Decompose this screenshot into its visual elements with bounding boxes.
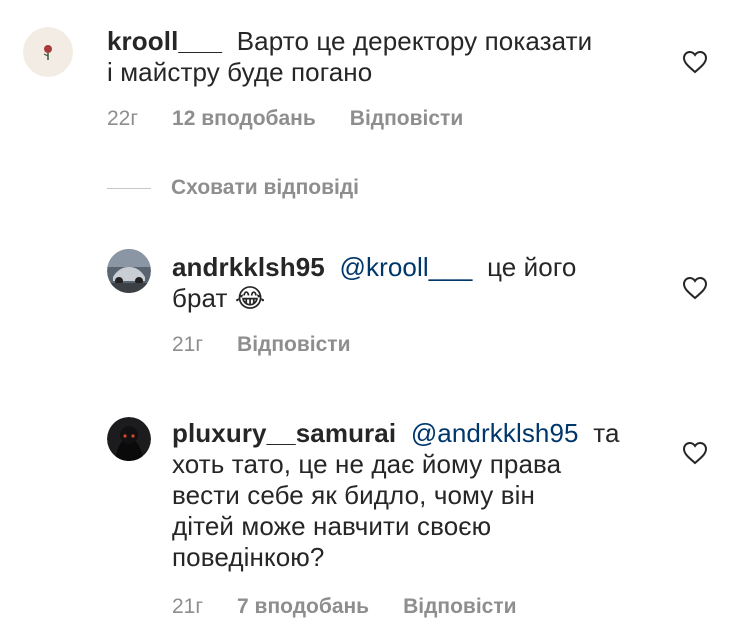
reply-button[interactable]: Відповісти (350, 107, 463, 131)
comment-meta: 21г 7 вподобань Відповісти (172, 595, 517, 619)
username[interactable]: andrkklsh95 (172, 252, 325, 282)
timestamp: 21г (172, 333, 204, 356)
timestamp: 21г (172, 595, 204, 618)
mention-link[interactable]: @andrkklsh95 (411, 418, 579, 448)
comment-body-line2: хоть тато, це не дає йому права (172, 449, 562, 479)
reply-button[interactable]: Відповісти (403, 595, 516, 619)
comment-meta: 21г Відповісти (172, 333, 351, 357)
avatar[interactable] (107, 249, 151, 293)
comment-body: це його (487, 252, 577, 282)
timestamp: 22г (107, 107, 139, 130)
comment-body-line3: вести себе як бидло, чому він (172, 480, 535, 510)
mention-link[interactable]: @krooll___ (340, 252, 473, 282)
comment-text: krooll___ Варто це деректору показати і … (107, 26, 592, 88)
comment-body-line2: і майстру буде погано (107, 57, 373, 87)
hide-replies-label: Сховати відповіді (171, 176, 359, 199)
avatar[interactable] (23, 27, 73, 77)
avatar[interactable] (107, 417, 151, 461)
comment-text: pluxury__samurai @andrkklsh95 та хоть та… (172, 418, 620, 573)
likes-count[interactable]: 7 вподобань (237, 595, 369, 619)
heart-icon[interactable] (682, 50, 708, 74)
username[interactable]: pluxury__samurai (172, 418, 396, 448)
comment-meta: 22г 12 вподобань Відповісти (107, 107, 463, 131)
heart-icon[interactable] (682, 276, 708, 300)
comment-body: та (593, 418, 620, 448)
divider-line (107, 187, 151, 189)
heart-icon[interactable] (682, 441, 708, 465)
comment-text: andrkklsh95 @krooll___ це його брат 😂 (172, 252, 576, 314)
comment-body-line4: дітей може навчити своєю (172, 511, 492, 541)
hide-replies-button[interactable]: Сховати відповіді (107, 176, 359, 200)
comment-body-line5: поведінкою? (172, 542, 325, 572)
comment-body: Варто це деректору показати (236, 26, 593, 56)
comment-body-line2: брат 😂 (172, 283, 266, 313)
likes-count[interactable]: 12 вподобань (172, 107, 316, 131)
username[interactable]: krooll___ (107, 26, 222, 56)
reply-button[interactable]: Відповісти (237, 333, 350, 357)
